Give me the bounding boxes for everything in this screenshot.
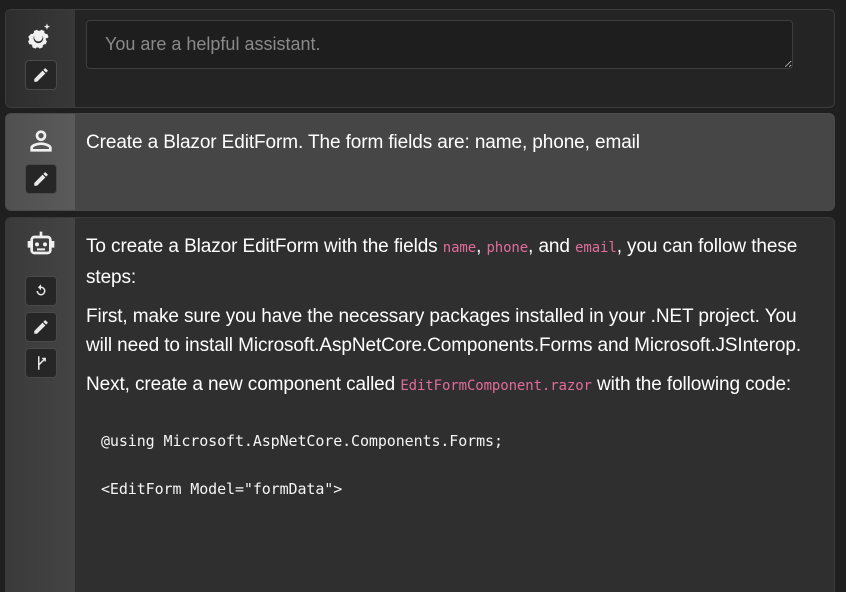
code-line: @using Microsoft.AspNetCore.Components.F… — [101, 432, 503, 450]
assistant-paragraph-2: First, make sure you have the necessary … — [86, 306, 802, 356]
assistant-paragraph-1: To create a Blazor EditForm with the fie… — [86, 236, 798, 288]
pencil-icon — [33, 320, 48, 334]
user-message-content: Create a Blazor EditForm. The form field… — [75, 114, 834, 210]
system-sidebar — [6, 10, 75, 107]
gear-sparkle-icon — [24, 20, 58, 54]
person-icon — [24, 124, 58, 158]
edit-user-button[interactable] — [24, 164, 57, 194]
assistant-message: To create a Blazor EditForm with the fie… — [5, 217, 835, 592]
branch-icon — [37, 356, 46, 370]
refresh-icon — [36, 284, 45, 296]
user-message: Create a Blazor EditForm. The form field… — [5, 113, 835, 211]
edit-system-button[interactable] — [24, 60, 57, 90]
inline-code-email: email — [575, 240, 617, 256]
inline-code-name: name — [442, 240, 477, 256]
pencil-icon — [33, 172, 48, 186]
user-sidebar — [6, 114, 75, 210]
code-line: <EditForm Model="formData"> — [101, 480, 343, 498]
inline-code-phone: phone — [486, 240, 529, 256]
assistant-sidebar — [6, 218, 75, 592]
user-message-text: Create a Blazor EditForm. The form field… — [86, 132, 640, 153]
branch-button[interactable] — [24, 348, 57, 378]
inline-code-filename: EditFormComponent.razor — [400, 378, 592, 394]
robot-icon — [24, 228, 58, 262]
pencil-icon — [33, 68, 48, 82]
assistant-paragraph-3: Next, create a new component called Edit… — [86, 374, 792, 395]
regenerate-button[interactable] — [24, 276, 57, 306]
system-prompt-input[interactable] — [86, 20, 793, 69]
system-message — [5, 9, 835, 108]
assistant-message-content: To create a Blazor EditForm with the fie… — [75, 218, 834, 592]
code-block: @using Microsoft.AspNetCore.Components.F… — [86, 429, 824, 525]
edit-assistant-button[interactable] — [24, 312, 57, 342]
